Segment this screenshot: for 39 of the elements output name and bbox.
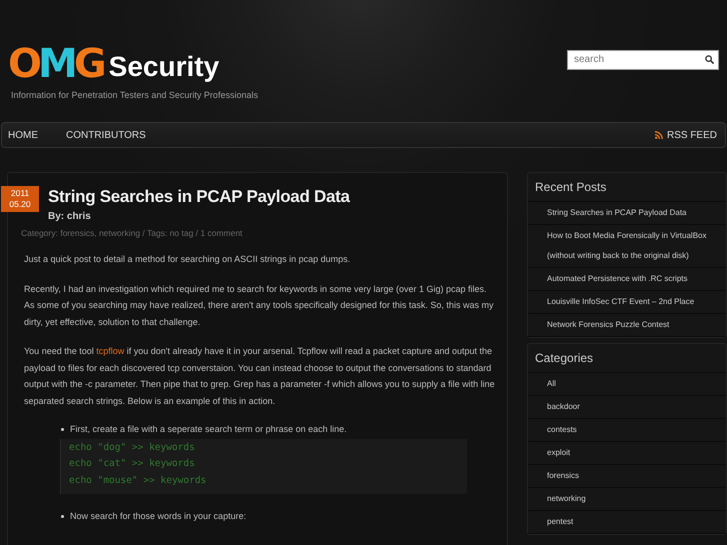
sidebar-link[interactable]: exploit: [528, 442, 726, 465]
bullet-icon: [61, 515, 64, 518]
sidebar-link[interactable]: Network Forensics Puzzle Contest: [528, 314, 726, 337]
post-meta: Category: forensics, networking / Tags: no tag / 1 comment: [21, 228, 244, 238]
paragraph: You need the tool tcpflow if you don't already have it in your arsenal. Tcpflow will read a packet capture and output the payload to files for each discovered tcp converstaion. You can instead choose to output the conversations to standard output with the -c parameter. Then pipe that to grep. Grep has a parameter -f which allows you to supply a file with line separated search strings. Below is an example of this in action.: [24, 345, 496, 408]
list-item-text: First, create a file with a seperate search term or phrase on each line.: [70, 424, 347, 434]
post-title[interactable]: String Searches in PCAP Payload Data: [48, 186, 350, 208]
sidebar-link[interactable]: All: [528, 373, 726, 396]
sidebar-link[interactable]: How to Boot Media Forensically in VirtualBox (without writing back to the original disk): [528, 225, 726, 268]
search-icon[interactable]: [705, 55, 714, 64]
paragraph: Just a quick post to detail a method for searching on ASCII strings in pcap dumps.: [24, 253, 352, 266]
sidebar-link[interactable]: forensics: [528, 465, 726, 488]
sidebar-link[interactable]: pentest: [528, 511, 726, 534]
site-title[interactable]: Security: [108, 50, 220, 84]
sidebar-link[interactable]: networking: [528, 488, 726, 511]
paragraph: Recently, I had an investigation which required me to search for keywords in some very large (over 1 Gig) pcap files. As some of you searching may have realized, there aren't any tools specifically designed for this task. So, this was my dirty, yet effective, solution to that challenge.: [24, 282, 494, 329]
widget-title: Categories: [528, 344, 726, 373]
nav-link[interactable]: CONTRIBUTORS: [66, 130, 146, 140]
list-item-text: Now search for those words in your capture:: [70, 511, 246, 521]
rss-feed-link[interactable]: RSS FEED: [666, 130, 717, 140]
sidebar-link[interactable]: backdoor: [528, 396, 726, 419]
search-field[interactable]: search: [567, 50, 719, 70]
link[interactable]: tcpflow: [96, 346, 124, 356]
logo-mark: OMG: [8, 44, 103, 84]
nav-link[interactable]: HOME: [8, 130, 38, 140]
sidebar-link[interactable]: String Searches in PCAP Payload Data: [528, 202, 726, 225]
date-day: 05.20: [9, 199, 31, 210]
sidebar-link[interactable]: Louisville InfoSec CTF Event – 2nd Place: [528, 291, 726, 314]
tagline: Information for Penetration Testers and Security Professionals: [11, 90, 258, 100]
date-year: 2011: [10, 188, 30, 199]
code-line: echo "cat" >> keywords: [69, 457, 196, 471]
bullet-icon: [61, 428, 64, 431]
widget-title: Recent Posts: [528, 173, 726, 202]
sidebar-link[interactable]: Automated Persistence with .RC scripts: [528, 268, 726, 291]
post-author: By: chris: [48, 211, 92, 222]
sidebar-link[interactable]: contests: [528, 419, 726, 442]
code-line: echo "mouse" >> keywords: [69, 474, 208, 488]
code-line: echo "dog" >> keywords: [69, 440, 196, 454]
rss-icon[interactable]: [654, 131, 663, 139]
